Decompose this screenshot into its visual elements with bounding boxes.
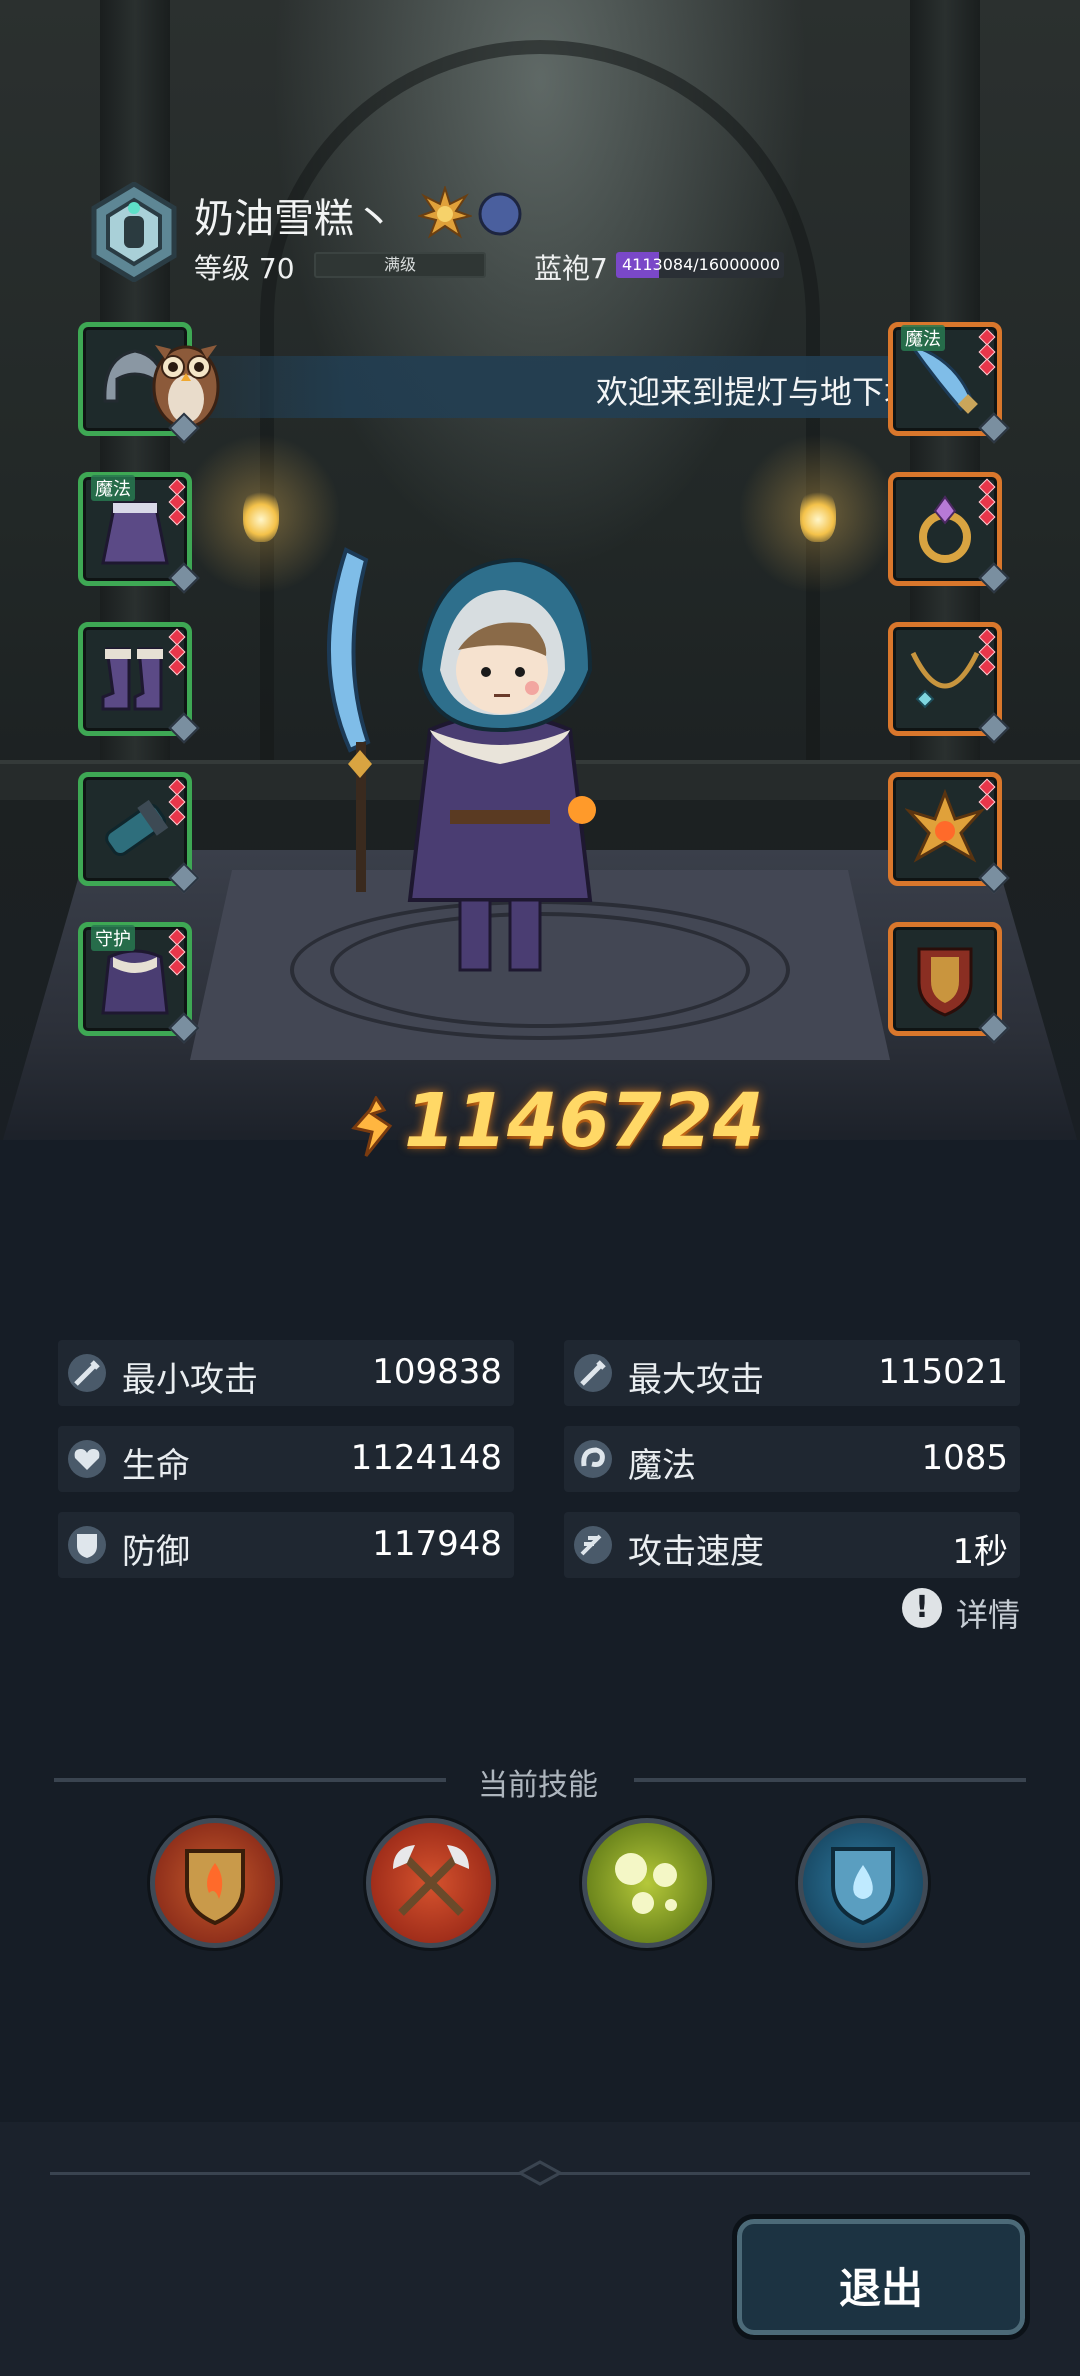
player-name: 奶油雪糕丶	[194, 196, 394, 242]
level-text: 等级 70	[194, 252, 295, 285]
slot-helmet[interactable]	[78, 322, 220, 436]
slot-boots[interactable]	[78, 622, 192, 736]
stat-value: 1124148	[350, 1438, 502, 1478]
gem-sockets	[978, 628, 996, 676]
slot-bracer[interactable]	[78, 772, 192, 886]
cloak-icon	[101, 949, 169, 1015]
slot-tag-magic: 魔法	[91, 475, 135, 501]
exit-button-label: 退出	[838, 2264, 923, 2313]
skill-slot-4[interactable]	[798, 1818, 928, 1948]
bracer-icon	[105, 799, 169, 857]
level-bar-label: 满级	[383, 255, 416, 274]
stat-value: 1秒	[952, 1532, 1008, 1572]
heart-icon	[68, 1440, 106, 1478]
stat-value: 115021	[878, 1352, 1008, 1392]
hero-character	[326, 547, 596, 972]
slot-tag-magic: 魔法	[901, 325, 945, 351]
skills-title: 当前技能	[478, 1768, 598, 1803]
combat-power-value: 1146724	[404, 1078, 765, 1164]
sword-icon	[68, 1354, 106, 1392]
stat-label: 最小攻击	[122, 1360, 258, 1400]
owl-pet-icon[interactable]	[141, 323, 231, 433]
torch-flame-icon	[243, 486, 279, 542]
necklace-icon	[910, 651, 980, 709]
slot-necklace[interactable]	[888, 622, 1002, 736]
stat-label: 攻击速度	[628, 1532, 764, 1572]
stat-max-attack: 最大攻击 115021	[564, 1340, 1020, 1406]
slot-shield[interactable]	[888, 922, 1002, 1036]
skill-slot-3[interactable]	[582, 1818, 712, 1948]
stat-label: 魔法	[628, 1446, 696, 1486]
gem-sockets	[168, 778, 186, 826]
stat-value: 1085	[921, 1438, 1008, 1478]
skill-slot-2[interactable]	[366, 1818, 496, 1948]
rank-emblem-icon[interactable]	[84, 182, 184, 282]
ornament-icon	[518, 2160, 562, 2186]
stat-label: 生命	[122, 1446, 190, 1486]
stat-min-attack: 最小攻击 109838	[58, 1340, 514, 1406]
gem-sockets	[978, 328, 996, 376]
stat-label: 防御	[122, 1532, 190, 1572]
sword-icon	[574, 1354, 612, 1392]
stat-value: 117948	[372, 1524, 502, 1564]
slot-tag-guard: 守护	[91, 925, 135, 951]
divider-line	[634, 1778, 1026, 1782]
gem-sockets	[168, 478, 186, 526]
stat-value: 109838	[372, 1352, 502, 1392]
stat-hp: 生命 1124148	[58, 1426, 514, 1492]
level-progress-bar: 满级	[314, 252, 486, 278]
moon-badge-icon[interactable]	[478, 192, 522, 236]
skill-slot-1[interactable]	[150, 1818, 280, 1948]
shield-icon	[917, 947, 973, 1017]
gem-sockets	[168, 928, 186, 976]
stat-defense: 防御 117948	[58, 1512, 514, 1578]
water-drop-shield-skill-icon	[831, 1847, 895, 1926]
gem-sockets	[168, 628, 186, 676]
rank-progress-bar: 4113084/16000000	[616, 252, 784, 278]
info-icon[interactable]: !	[902, 1588, 942, 1628]
slot-weapon[interactable]: 魔法	[888, 322, 1002, 436]
slot-robe[interactable]: 魔法	[78, 472, 192, 586]
flame-shield-skill-icon	[185, 1849, 245, 1926]
stat-magic: 魔法 1085	[564, 1426, 1020, 1492]
slot-ring[interactable]	[888, 472, 1002, 586]
details-link[interactable]: 详情	[956, 1590, 1020, 1636]
orbs-skill-icon	[615, 1853, 677, 1914]
crystal-relic-icon	[905, 789, 985, 863]
slot-cloak[interactable]: 守护	[78, 922, 192, 1036]
speed-icon	[574, 1526, 612, 1564]
gem-sockets	[978, 478, 996, 526]
gem-sockets	[978, 778, 996, 811]
sun-badge-icon[interactable]	[418, 186, 472, 240]
combat-power-icon	[351, 1096, 393, 1157]
divider-line	[54, 1778, 446, 1782]
welcome-text: 欢迎来到提灯与地下城	[596, 373, 917, 411]
robe-icon	[101, 501, 169, 565]
torch-flame-icon	[800, 486, 836, 542]
stat-label: 最大攻击	[628, 1360, 764, 1400]
exit-button[interactable]: 退出	[732, 2214, 1030, 2340]
stat-attack-speed: 攻击速度 1秒	[564, 1512, 1020, 1578]
rank-text: 蓝袍7	[534, 252, 608, 285]
crossed-axes-skill-icon	[393, 1845, 469, 1916]
slot-relic[interactable]	[888, 772, 1002, 886]
welcome-banner: 欢迎来到提灯与地下城	[186, 356, 1002, 418]
ring-icon	[919, 495, 971, 563]
blade-icon	[907, 342, 978, 414]
boots-icon	[101, 647, 163, 711]
shield-stat-icon	[68, 1526, 106, 1564]
rank-progress-text: 4113084/16000000	[622, 255, 781, 274]
magic-swirl-icon	[574, 1440, 612, 1478]
